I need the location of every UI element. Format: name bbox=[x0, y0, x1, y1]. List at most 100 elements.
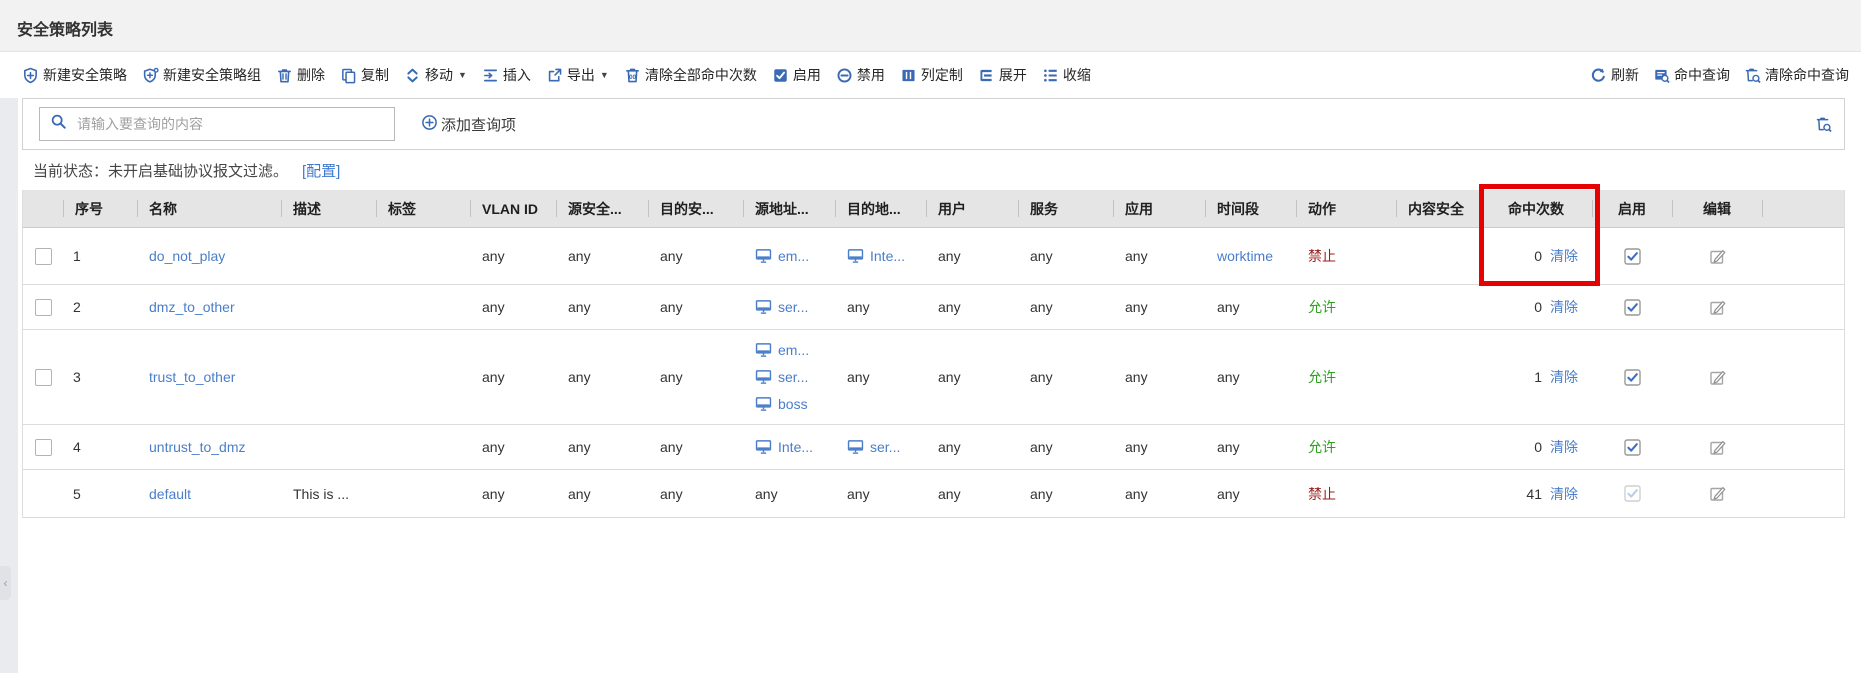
toolbar-hit-query-button[interactable]: 命中查询 bbox=[1653, 65, 1730, 85]
row-checkbox[interactable] bbox=[35, 248, 52, 265]
policy-name-link[interactable]: untrust_to_dmz bbox=[149, 439, 246, 455]
policy-name-link[interactable]: dmz_to_other bbox=[149, 299, 235, 315]
column-header-16: 命中次数 bbox=[1480, 190, 1592, 227]
schedule-link[interactable]: worktime bbox=[1217, 248, 1273, 264]
toolbar-export-button[interactable]: 导出▼ bbox=[546, 65, 609, 85]
seq-cell: 2 bbox=[63, 299, 137, 315]
edit-button[interactable] bbox=[1708, 438, 1727, 457]
enabled-cell bbox=[1592, 299, 1672, 316]
config-link[interactable]: [配置] bbox=[302, 160, 340, 181]
src-addr-cell: em... ser... boss bbox=[743, 337, 835, 418]
row-checkbox[interactable] bbox=[35, 439, 52, 456]
address-entry[interactable]: boss bbox=[755, 391, 809, 418]
policy-name-link[interactable]: do_not_play bbox=[149, 248, 225, 264]
toolbar-clear-all-hits-button[interactable]: 00清除全部命中次数 bbox=[624, 65, 757, 85]
address-entry[interactable]: em... bbox=[755, 243, 809, 270]
src-addr-cell: em... bbox=[743, 243, 835, 270]
toolbar-refresh-button[interactable]: 刷新 bbox=[1590, 65, 1639, 85]
enabled-checkbox[interactable] bbox=[1624, 369, 1641, 386]
toolbar-delete-button[interactable]: 删除 bbox=[276, 65, 325, 85]
dst-zone-cell: any bbox=[648, 439, 743, 455]
expand-icon bbox=[978, 67, 995, 84]
address-entry[interactable]: em... bbox=[755, 337, 809, 364]
toolbar-expand-button[interactable]: 展开 bbox=[978, 65, 1027, 85]
clear-hits-link[interactable]: 清除 bbox=[1550, 297, 1578, 317]
address-any: any bbox=[847, 369, 870, 385]
clear-hits-link[interactable]: 清除 bbox=[1550, 246, 1578, 266]
row-checkbox[interactable] bbox=[35, 299, 52, 316]
toolbar-column-custom-button[interactable]: 列定制 bbox=[900, 65, 963, 85]
address-link[interactable]: ser... bbox=[870, 439, 900, 455]
src-zone-cell: any bbox=[556, 486, 648, 502]
address-entry[interactable]: ser... bbox=[847, 434, 900, 461]
enabled-checkbox[interactable] bbox=[1624, 439, 1641, 456]
dst-zone-cell: any bbox=[648, 369, 743, 385]
toolbar-hit-query-label: 命中查询 bbox=[1674, 65, 1730, 85]
toolbar-new-policy-group-button[interactable]: 新建安全策略组 bbox=[142, 65, 261, 85]
search-box[interactable] bbox=[39, 107, 395, 141]
address-link[interactable]: em... bbox=[778, 248, 809, 264]
toolbar-new-policy-button[interactable]: 新建安全策略 bbox=[22, 65, 127, 85]
toolbar-move-button[interactable]: 移动▼ bbox=[404, 65, 467, 85]
export-icon bbox=[546, 67, 563, 84]
seq-cell: 4 bbox=[63, 439, 137, 455]
row-checkbox[interactable] bbox=[35, 369, 52, 386]
edit-button[interactable] bbox=[1708, 247, 1727, 266]
policy-name-link[interactable]: default bbox=[149, 486, 191, 502]
address-link[interactable]: ser... bbox=[778, 369, 808, 385]
toolbar-insert-button[interactable]: 插入 bbox=[482, 65, 531, 85]
enabled-checkbox[interactable] bbox=[1624, 248, 1641, 265]
toolbar-enable-label: 启用 bbox=[793, 65, 821, 85]
edit-button[interactable] bbox=[1708, 368, 1727, 387]
column-header-4: 标签 bbox=[376, 190, 470, 227]
enabled-checkbox-icon bbox=[1624, 248, 1641, 265]
schedule-cell: any bbox=[1205, 486, 1296, 502]
table-row: 2dmz_to_otheranyanyany ser...anyanyanyan… bbox=[23, 285, 1844, 330]
toolbar-enable-button[interactable]: 启用 bbox=[772, 65, 821, 85]
insert-icon bbox=[482, 67, 499, 84]
dst-addr-cell: Inte... bbox=[835, 243, 926, 270]
edit-button[interactable] bbox=[1708, 484, 1727, 503]
action-value: 禁止 bbox=[1308, 484, 1336, 504]
toolbar-clear-hit-query-button[interactable]: 清除命中查询 bbox=[1744, 65, 1849, 85]
host-monitor-icon bbox=[847, 439, 864, 455]
policy-name-cell: default bbox=[137, 486, 281, 502]
app-cell: any bbox=[1113, 439, 1205, 455]
address-link[interactable]: ser... bbox=[778, 299, 808, 315]
action-value: 禁止 bbox=[1308, 246, 1336, 266]
clear-hits-link[interactable]: 清除 bbox=[1550, 437, 1578, 457]
schedule-value: any bbox=[1217, 369, 1240, 385]
clear-hit-query-icon[interactable] bbox=[1815, 116, 1832, 133]
toolbar-copy-button[interactable]: 复制 bbox=[340, 65, 389, 85]
hit-count-cell: 0清除 bbox=[1480, 297, 1592, 317]
toolbar-copy-label: 复制 bbox=[361, 65, 389, 85]
hit-count-cell: 0清除 bbox=[1480, 437, 1592, 457]
address-link[interactable]: boss bbox=[778, 396, 808, 412]
address-entry[interactable]: ser... bbox=[755, 294, 808, 321]
plus-circle-icon bbox=[421, 114, 438, 135]
edit-button[interactable] bbox=[1708, 298, 1727, 317]
address-entry[interactable]: Inte... bbox=[755, 434, 813, 461]
table-body: 1do_not_playanyanyany em... Inte...anyan… bbox=[23, 228, 1844, 518]
src-addr-cell: any bbox=[743, 486, 835, 502]
toolbar-export-label: 导出 bbox=[567, 65, 595, 85]
row-select-cell bbox=[23, 439, 63, 456]
clear-hits-link[interactable]: 清除 bbox=[1550, 484, 1578, 504]
enabled-checkbox[interactable] bbox=[1624, 299, 1641, 316]
policy-name-link[interactable]: trust_to_other bbox=[149, 369, 235, 385]
address-link[interactable]: Inte... bbox=[870, 248, 905, 264]
host-monitor-icon bbox=[847, 248, 864, 264]
address-entry[interactable]: ser... bbox=[755, 364, 809, 391]
add-query-button[interactable]: 添加查询项 bbox=[421, 114, 516, 135]
toolbar-refresh-label: 刷新 bbox=[1611, 65, 1639, 85]
address-entry[interactable]: Inte... bbox=[847, 243, 905, 270]
toolbar-disable-button[interactable]: 禁用 bbox=[836, 65, 885, 85]
collapse-panel-handle[interactable]: ‹ bbox=[0, 566, 11, 600]
user-cell: any bbox=[926, 299, 1018, 315]
status-text: 当前状态：未开启基础协议报文过滤。 bbox=[33, 160, 288, 181]
toolbar-collapse-button[interactable]: 收缩 bbox=[1042, 65, 1091, 85]
clear-hits-link[interactable]: 清除 bbox=[1550, 367, 1578, 387]
address-link[interactable]: Inte... bbox=[778, 439, 813, 455]
address-link[interactable]: em... bbox=[778, 342, 809, 358]
search-input[interactable] bbox=[75, 115, 394, 133]
